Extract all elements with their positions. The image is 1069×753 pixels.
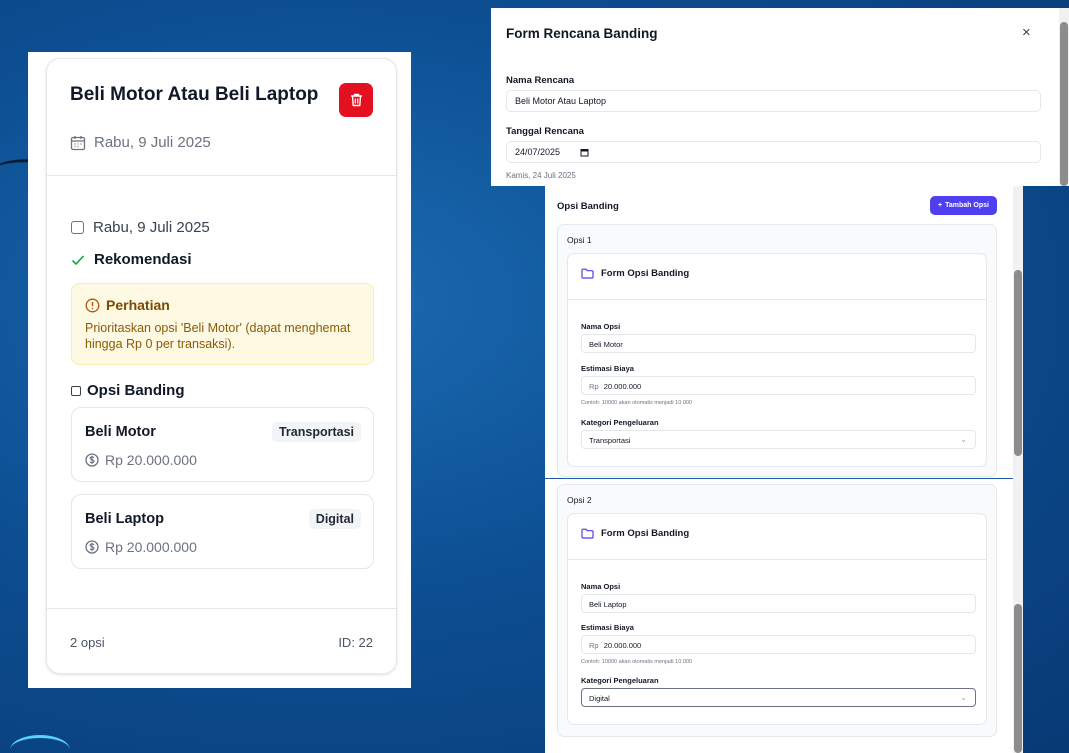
cost-input[interactable]: Rp 20.000.000	[581, 376, 976, 395]
category-label: Kategori Pengeluaran	[581, 418, 659, 427]
folder-icon	[581, 528, 594, 539]
option-form: Form Opsi Banding Nama Opsi Beli Laptop …	[567, 513, 987, 725]
option-price: Rp 20.000.000	[85, 452, 197, 468]
alert-circle-icon	[85, 298, 100, 312]
option-form-title: Form Opsi Banding	[601, 528, 690, 539]
option-form: Form Opsi Banding Nama Opsi Beli Motor E…	[567, 253, 987, 467]
cost-value: 20.000.000	[603, 382, 642, 391]
option-form-header: Form Opsi Banding	[581, 268, 689, 279]
scrollbar-thumb[interactable]	[1014, 270, 1022, 456]
plan-name-label: Nama Rencana	[506, 75, 575, 86]
checkbox[interactable]	[71, 221, 84, 234]
alert-text: Prioritaskan opsi 'Beli Motor' (dapat me…	[85, 321, 351, 351]
modal-scrollbar[interactable]	[1059, 8, 1069, 186]
option-name: Beli Motor	[85, 424, 156, 440]
scrollbar-thumb[interactable]	[1060, 22, 1068, 186]
option-price-text: Rp 20.000.000	[105, 452, 197, 468]
options-heading-label: Opsi Banding	[87, 382, 185, 399]
check-icon	[71, 254, 85, 265]
chevron-down-icon: ⌄	[960, 435, 967, 444]
date-helper: Kamis, 24 Juli 2025	[506, 171, 576, 180]
divider	[568, 299, 986, 300]
option-card[interactable]: Beli Laptop Digital Rp 20.000.000	[71, 494, 374, 569]
option-price: Rp 20.000.000	[85, 539, 197, 555]
cost-label: Estimasi Biaya	[581, 364, 634, 373]
background-decoration-bottom	[10, 735, 70, 753]
plan-card: Beli Motor Atau Beli Laptop Rabu, 9 Juli…	[46, 58, 397, 674]
scrollbar-thumb[interactable]	[1014, 604, 1022, 753]
close-icon[interactable]: ×	[1022, 24, 1031, 41]
option-name: Beli Laptop	[85, 511, 164, 527]
category-value: Transportasi	[589, 436, 631, 445]
option-card[interactable]: Beli Motor Transportasi Rp 20.000.000	[71, 407, 374, 482]
panel-scrollbar[interactable]	[1013, 186, 1023, 753]
category-label: Kategori Pengeluaran	[581, 676, 659, 685]
category-badge: Digital	[308, 509, 361, 529]
category-select[interactable]: Transportasi ⌄	[581, 430, 976, 449]
dollar-circle-icon	[85, 540, 99, 554]
cost-value: 20.000.000	[603, 641, 642, 650]
folder-icon	[581, 268, 594, 279]
option-name-input[interactable]: Beli Motor	[581, 334, 976, 353]
currency-prefix: Rp	[589, 382, 599, 391]
calendar-icon	[70, 135, 86, 150]
cost-label: Estimasi Biaya	[581, 623, 634, 632]
options-heading: Opsi Banding	[71, 382, 185, 399]
option-form-header: Form Opsi Banding	[581, 528, 689, 539]
option-section-label: Opsi 1	[567, 235, 592, 245]
alert-title: Perhatian	[106, 297, 170, 313]
date-checkbox-label: Rabu, 9 Juli 2025	[93, 219, 210, 236]
add-option-button[interactable]: + Tambah Opsi	[930, 196, 997, 215]
warning-alert: Perhatian Prioritaskan opsi 'Beli Motor'…	[71, 283, 374, 365]
calendar-icon[interactable]	[580, 148, 589, 157]
category-value: Digital	[589, 694, 610, 703]
cost-helper: Contoh: 10000 akan otomatis menjadi 10.0…	[581, 659, 692, 665]
option-name-label: Nama Opsi	[581, 582, 621, 591]
plan-title: Beli Motor Atau Beli Laptop	[70, 84, 319, 105]
divider	[545, 478, 1023, 479]
option-section: Opsi 1 Form Opsi Banding Nama Opsi Beli …	[557, 224, 997, 477]
checkbox[interactable]	[71, 385, 81, 396]
plan-id: ID: 22	[338, 635, 373, 650]
plan-name-input[interactable]: Beli Motor Atau Laptop	[506, 90, 1041, 112]
plan-date-input[interactable]: 24/07/2025	[506, 141, 1041, 163]
recommendation-label: Rekomendasi	[94, 251, 192, 268]
date-checkbox-row[interactable]: Rabu, 9 Juli 2025	[71, 219, 210, 236]
plan-date-label: Tanggal Rencana	[506, 126, 584, 137]
plan-date-text: Rabu, 9 Juli 2025	[94, 134, 211, 151]
modal-title: Form Rencana Banding	[506, 26, 658, 41]
options-panel: Opsi Banding + Tambah Opsi Opsi 1 Form O…	[545, 186, 1023, 753]
plus-icon: +	[938, 202, 943, 209]
delete-button[interactable]	[339, 83, 373, 117]
option-name-label: Nama Opsi	[581, 322, 621, 331]
option-name-input[interactable]: Beli Laptop	[581, 594, 976, 613]
plan-card-panel: Beli Motor Atau Beli Laptop Rabu, 9 Juli…	[28, 52, 411, 688]
cost-input[interactable]: Rp 20.000.000	[581, 635, 976, 654]
category-select[interactable]: Digital ⌄	[581, 688, 976, 707]
divider	[47, 608, 396, 609]
divider	[568, 559, 986, 560]
option-count: 2 opsi	[70, 635, 105, 650]
trash-icon	[350, 93, 362, 107]
option-section-label: Opsi 2	[567, 495, 592, 505]
dollar-circle-icon	[85, 453, 99, 467]
option-form-title: Form Opsi Banding	[601, 268, 690, 279]
plan-form-modal: Form Rencana Banding × Nama Rencana Beli…	[491, 8, 1069, 186]
recommendation-heading: Rekomendasi	[71, 251, 192, 268]
option-section: Opsi 2 Form Opsi Banding Nama Opsi Beli …	[557, 484, 997, 737]
options-panel-title: Opsi Banding	[557, 201, 619, 212]
currency-prefix: Rp	[589, 641, 599, 650]
alert-title-row: Perhatian	[85, 297, 360, 313]
category-badge: Transportasi	[271, 422, 361, 442]
plan-date: Rabu, 9 Juli 2025	[70, 134, 211, 151]
cost-helper: Contoh: 10000 akan otomatis menjadi 10.0…	[581, 400, 692, 406]
plan-date-value: 24/07/2025	[515, 147, 561, 157]
chevron-down-icon: ⌄	[960, 693, 967, 702]
add-option-label: Tambah Opsi	[945, 202, 989, 209]
option-price-text: Rp 20.000.000	[105, 539, 197, 555]
divider	[47, 175, 396, 176]
